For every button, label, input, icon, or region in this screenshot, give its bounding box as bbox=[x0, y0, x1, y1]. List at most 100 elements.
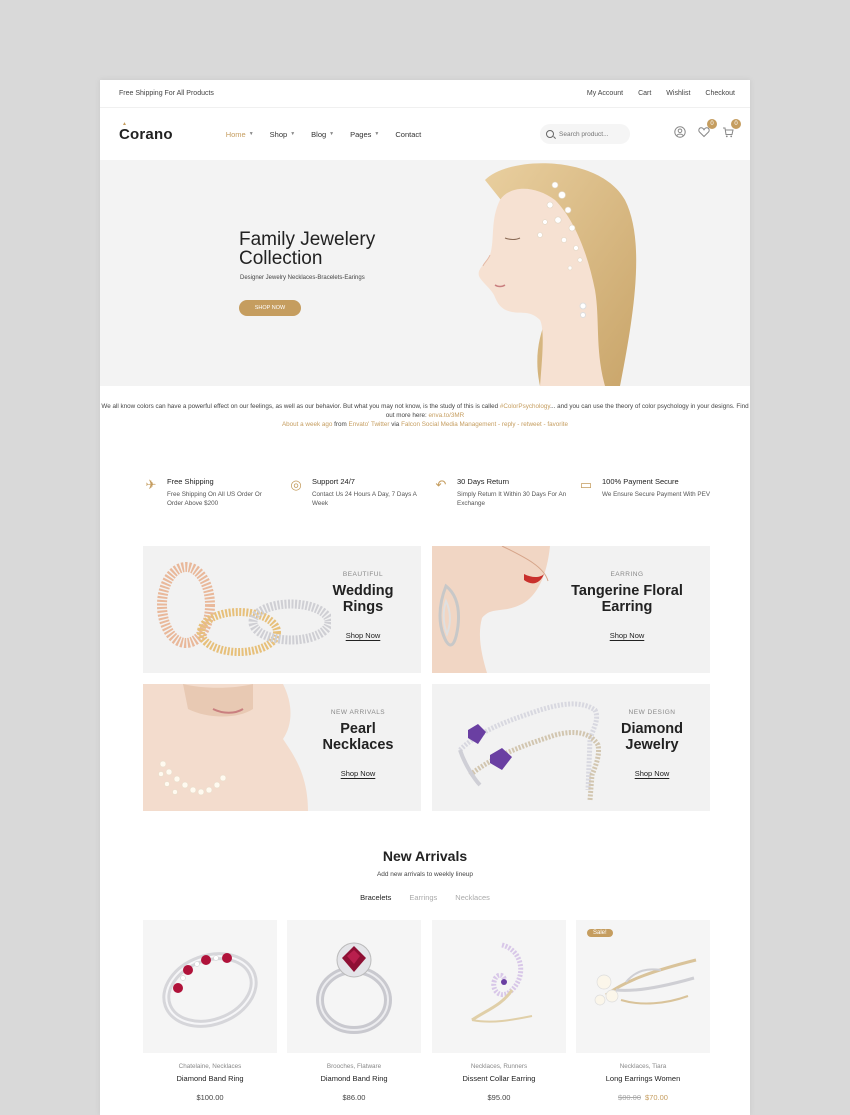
shop-now-link[interactable]: Shop Now bbox=[323, 631, 403, 640]
diamond-shoe-image bbox=[458, 701, 601, 801]
banner-title: Wedding Rings bbox=[332, 583, 394, 615]
banner-text: BEAUTIFUL Wedding Rings Shop Now bbox=[323, 571, 403, 640]
shop-now-link[interactable]: Shop Now bbox=[567, 631, 687, 640]
tweet-hashtag[interactable]: #ColorPsychology bbox=[500, 403, 550, 410]
cart-icon[interactable]: 0 bbox=[722, 119, 741, 138]
tweet-meta: About a week ago from Envato' Twitter vi… bbox=[100, 420, 750, 429]
chevron-down-icon: ▼ bbox=[374, 131, 380, 137]
chevron-down-icon: ▼ bbox=[290, 131, 296, 137]
checkout-link[interactable]: Checkout bbox=[705, 90, 735, 97]
banner-wedding-rings[interactable]: BEAUTIFUL Wedding Rings Shop Now bbox=[143, 546, 421, 673]
banner-title: Diamond Jewelry bbox=[620, 721, 684, 753]
new-arrivals-title: New Arrivals bbox=[382, 848, 468, 864]
shop-now-link[interactable]: Shop Now bbox=[607, 769, 697, 778]
tweet-time[interactable]: About a week ago bbox=[282, 421, 332, 428]
product-categories[interactable]: Brooches, Flatware bbox=[287, 1063, 421, 1070]
nav-shop-label: Shop bbox=[269, 129, 288, 139]
pearl-brooch-image bbox=[594, 958, 697, 1006]
product-price: $95.00 bbox=[432, 1093, 566, 1102]
earring-model-image bbox=[432, 546, 550, 673]
banner-diamond-jewelry[interactable]: NEW DESIGN Diamond Jewelry Shop Now bbox=[432, 684, 710, 811]
cart-count-badge: 0 bbox=[731, 119, 741, 129]
product-name[interactable]: Diamond Band Ring bbox=[287, 1074, 421, 1083]
user-icon[interactable] bbox=[674, 126, 686, 138]
nav-blog[interactable]: Blog ▼ bbox=[311, 130, 334, 139]
sale-badge: Sale! bbox=[587, 929, 613, 937]
crown-icon: ▲ bbox=[122, 120, 128, 127]
shop-now-link[interactable]: Shop Now bbox=[318, 769, 398, 778]
banner-kicker: NEW DESIGN bbox=[628, 709, 676, 716]
product-image[interactable] bbox=[432, 920, 566, 1053]
logo[interactable]: ▲ Corano bbox=[119, 121, 173, 143]
nav-pages[interactable]: Pages ▼ bbox=[350, 130, 379, 139]
nav-home[interactable]: Home ▼ bbox=[226, 130, 254, 139]
product-card[interactable]: Sale! Necklaces, Tiara Long Earrings Wom… bbox=[576, 920, 710, 1102]
tweet-source[interactable]: Envato' Twitter bbox=[349, 421, 390, 428]
service-item: ◎ Support 24/7 Contact Us 24 Hours A Day,… bbox=[288, 477, 433, 508]
search-box bbox=[540, 124, 630, 144]
nav-shop[interactable]: Shop ▼ bbox=[270, 130, 295, 139]
nav-contact-label: Contact bbox=[395, 129, 422, 139]
twitter-feed: We all know colors can have a powerful e… bbox=[100, 402, 750, 429]
product-card[interactable]: Chatelaine, Necklaces Diamond Band Ring … bbox=[143, 920, 277, 1102]
product-price: $86.00 bbox=[287, 1093, 421, 1102]
product-name[interactable]: Long Earrings Women bbox=[576, 1074, 710, 1083]
header-icons: 0 0 bbox=[674, 119, 741, 138]
price-value: $86.00 bbox=[342, 1093, 366, 1102]
tweet-via: via bbox=[391, 421, 400, 428]
banner-title: Pearl Necklaces bbox=[322, 721, 394, 753]
support-icon: ◎ bbox=[290, 477, 302, 492]
nav-blog-label: Blog bbox=[311, 129, 327, 139]
service-item: ↶ 30 Days Return Simply Return It Within … bbox=[433, 477, 578, 508]
banner-kicker: NEW ARRIVALS bbox=[330, 709, 386, 716]
service-features: ✈ Free Shipping Free Shipping On All US O… bbox=[143, 477, 723, 508]
product-name[interactable]: Diamond Band Ring bbox=[143, 1074, 277, 1083]
hero-title: Family Jewelery Collection bbox=[239, 229, 376, 269]
top-links: My Account Cart Wishlist Checkout bbox=[587, 90, 735, 97]
product-card[interactable]: Brooches, Flatware Diamond Band Ring $86… bbox=[287, 920, 421, 1102]
plane-icon: ✈ bbox=[145, 477, 157, 492]
product-categories[interactable]: Necklaces, Tiara bbox=[576, 1063, 710, 1070]
banner-title: Tangerine Floral Earring bbox=[571, 583, 683, 615]
page: Free Shipping For All Products My Accoun… bbox=[100, 80, 750, 1115]
product-name[interactable]: Dissent Collar Earring bbox=[432, 1074, 566, 1083]
search-input[interactable] bbox=[559, 130, 627, 138]
product-categories[interactable]: Chatelaine, Necklaces bbox=[143, 1063, 277, 1070]
cart-link[interactable]: Cart bbox=[638, 90, 651, 97]
tab-bracelets[interactable]: Bracelets bbox=[360, 893, 391, 902]
product-categories[interactable]: Necklaces, Runners bbox=[432, 1063, 566, 1070]
banner-text: NEW ARRIVALS Pearl Necklaces Shop Now bbox=[318, 709, 398, 778]
product-card[interactable]: Necklaces, Runners Dissent Collar Earrin… bbox=[432, 920, 566, 1102]
price-value: $95.00 bbox=[487, 1093, 511, 1102]
chevron-down-icon: ▼ bbox=[248, 131, 254, 137]
tweet-via-app[interactable]: Falcon Social Media Management bbox=[401, 421, 496, 428]
product-price: $80.00 $70.00 bbox=[576, 1093, 710, 1102]
tab-earrings[interactable]: Earrings bbox=[409, 893, 437, 902]
product-price: $100.00 bbox=[143, 1093, 277, 1102]
card-icon: ▭ bbox=[579, 477, 593, 492]
heart-icon[interactable]: 0 bbox=[698, 119, 717, 138]
banner-text: NEW DESIGN Diamond Jewelry Shop Now bbox=[607, 709, 697, 778]
search-icon[interactable] bbox=[546, 130, 554, 138]
pearl-model-image bbox=[143, 684, 308, 811]
service-item: ▭ 100% Payment Secure We Ensure Secure Pa… bbox=[578, 477, 723, 508]
ruby-halo-ring-image bbox=[316, 942, 392, 1034]
wishlist-count-badge: 0 bbox=[707, 119, 717, 129]
my-account-link[interactable]: My Account bbox=[587, 90, 623, 97]
wishlist-link[interactable]: Wishlist bbox=[666, 90, 690, 97]
tweet-from: from bbox=[334, 421, 347, 428]
product-image[interactable] bbox=[143, 920, 277, 1053]
nav-pages-label: Pages bbox=[350, 129, 372, 139]
product-image[interactable]: Sale! bbox=[576, 920, 710, 1053]
tweet-link[interactable]: enva.to/3MR bbox=[429, 412, 465, 419]
product-tabs: Bracelets Earrings Necklaces bbox=[100, 893, 750, 902]
product-image[interactable] bbox=[287, 920, 421, 1053]
tab-necklaces[interactable]: Necklaces bbox=[455, 893, 490, 902]
collar-earring-image bbox=[471, 942, 533, 1023]
shop-now-button[interactable]: SHOP NOW bbox=[239, 300, 301, 316]
nav-contact[interactable]: Contact bbox=[395, 130, 421, 139]
banner-pearl-necklaces[interactable]: NEW ARRIVALS Pearl Necklaces Shop Now bbox=[143, 684, 421, 811]
tweet-actions[interactable]: - reply - retweet - favorite bbox=[498, 421, 568, 428]
service-title: Support 24/7 bbox=[312, 477, 355, 486]
banner-tangerine-earring[interactable]: EARRING Tangerine Floral Earring Shop No… bbox=[432, 546, 710, 673]
